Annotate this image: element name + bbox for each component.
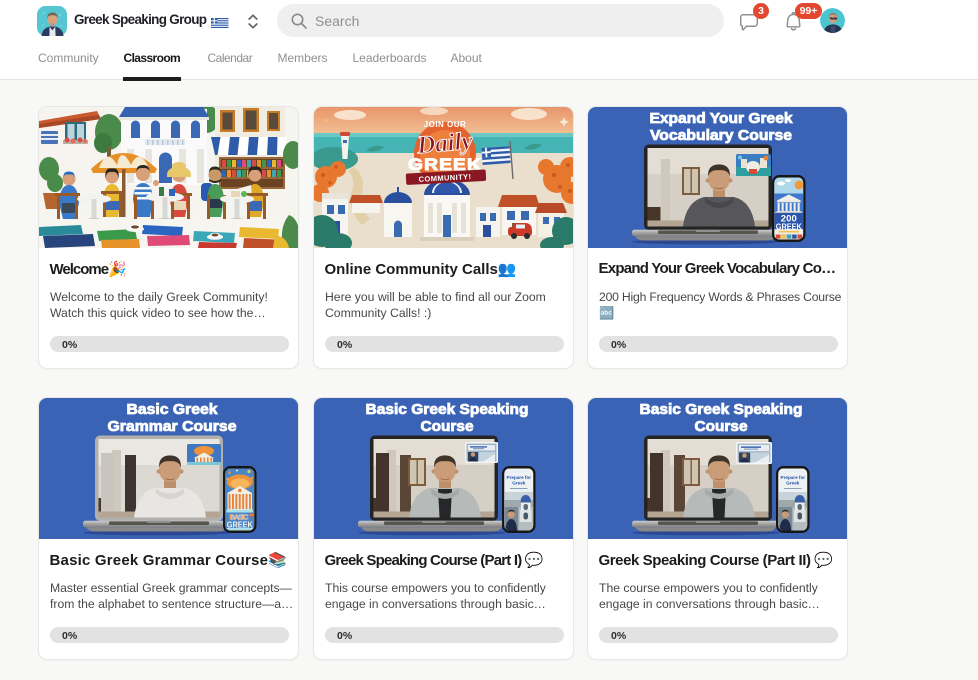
- svg-text:Vocabulary Course: Vocabulary Course: [650, 127, 792, 144]
- svg-text:GREEK: GREEK: [776, 223, 802, 232]
- svg-text:Course: Course: [695, 418, 748, 435]
- svg-text:Course: Course: [421, 418, 474, 435]
- svg-text:Basic Greek Speaking: Basic Greek Speaking: [640, 401, 803, 418]
- svg-text:Greek: Greek: [512, 481, 525, 486]
- svg-text:Prepare for: Prepare for: [507, 475, 532, 480]
- svg-text:Expand Your Greek: Expand Your Greek: [650, 110, 794, 127]
- svg-text:Grammar Course: Grammar Course: [108, 418, 237, 435]
- svg-text:Basic Greek Speaking: Basic Greek Speaking: [366, 401, 529, 418]
- svg-text:Prepare for: Prepare for: [781, 475, 806, 480]
- svg-text:Basic Greek: Basic Greek: [127, 401, 219, 418]
- svg-text:Greek: Greek: [786, 481, 799, 486]
